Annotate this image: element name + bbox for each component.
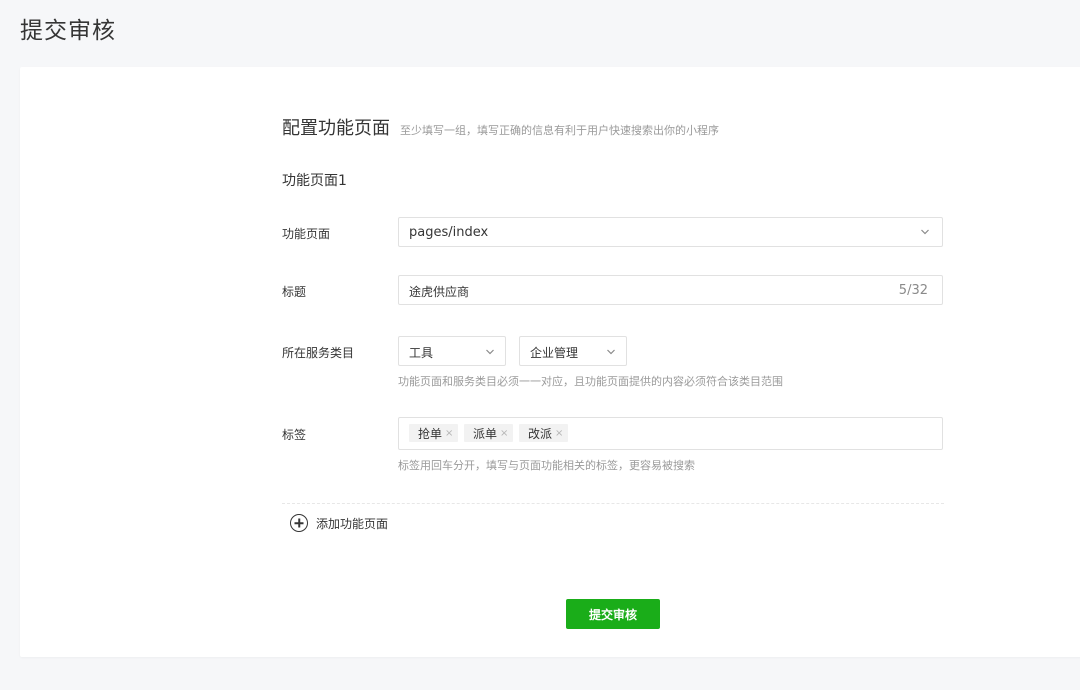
tags-field-label: 标签	[282, 428, 307, 442]
tags-hint: 标签用回车分开，填写与页面功能相关的标签，更容易被搜索	[398, 459, 695, 472]
close-icon[interactable]: ×	[555, 428, 563, 439]
tag-label: 派单	[473, 426, 498, 441]
category-primary-value: 工具	[409, 346, 434, 360]
page-select[interactable]: pages/index	[398, 217, 943, 247]
category-hint: 功能页面和服务类目必须一一对应，且功能页面提供的内容必须符合该类目范围	[398, 375, 783, 388]
category-primary-select[interactable]: 工具	[398, 336, 506, 366]
group-title: 功能页面1	[282, 173, 347, 189]
section-hint: 至少填写一组，填写正确的信息有利于用户快速搜索出你的小程序	[400, 124, 719, 137]
form-card: 配置功能页面 至少填写一组，填写正确的信息有利于用户快速搜索出你的小程序 功能页…	[20, 67, 1080, 657]
page-select-value: pages/index	[409, 225, 489, 240]
close-icon[interactable]: ×	[500, 428, 508, 439]
tag-chip: 派单 ×	[464, 424, 514, 442]
page-title: 提交审核	[20, 18, 116, 44]
section-header: 配置功能页面 至少填写一组，填写正确的信息有利于用户快速搜索出你的小程序	[282, 114, 719, 140]
tags-input[interactable]: 抢单 × 派单 × 改派 ×	[398, 417, 943, 450]
category-field-label: 所在服务类目	[282, 346, 355, 360]
tag-chip: 改派 ×	[519, 424, 569, 442]
plus-circle-icon	[290, 514, 308, 532]
tag-label: 改派	[528, 426, 553, 441]
tag-label: 抢单	[418, 426, 443, 441]
page-field-label: 功能页面	[282, 227, 331, 241]
title-input[interactable]: 途虎供应商 5/32	[398, 275, 943, 305]
chevron-down-icon	[921, 229, 929, 235]
title-char-counter: 5/32	[898, 283, 928, 298]
close-icon[interactable]: ×	[445, 428, 453, 439]
title-input-value: 途虎供应商	[409, 285, 470, 299]
divider	[282, 503, 944, 504]
chevron-down-icon	[607, 349, 615, 355]
category-secondary-value: 企业管理	[530, 346, 579, 360]
title-field-label: 标题	[282, 285, 307, 299]
chevron-down-icon	[486, 349, 494, 355]
section-title: 配置功能页面	[282, 118, 390, 139]
tag-chip: 抢单 ×	[409, 424, 459, 442]
add-page-button[interactable]: 添加功能页面	[290, 514, 388, 532]
submit-button[interactable]: 提交审核	[566, 599, 660, 629]
category-secondary-select[interactable]: 企业管理	[519, 336, 627, 366]
add-page-label: 添加功能页面	[316, 516, 389, 531]
